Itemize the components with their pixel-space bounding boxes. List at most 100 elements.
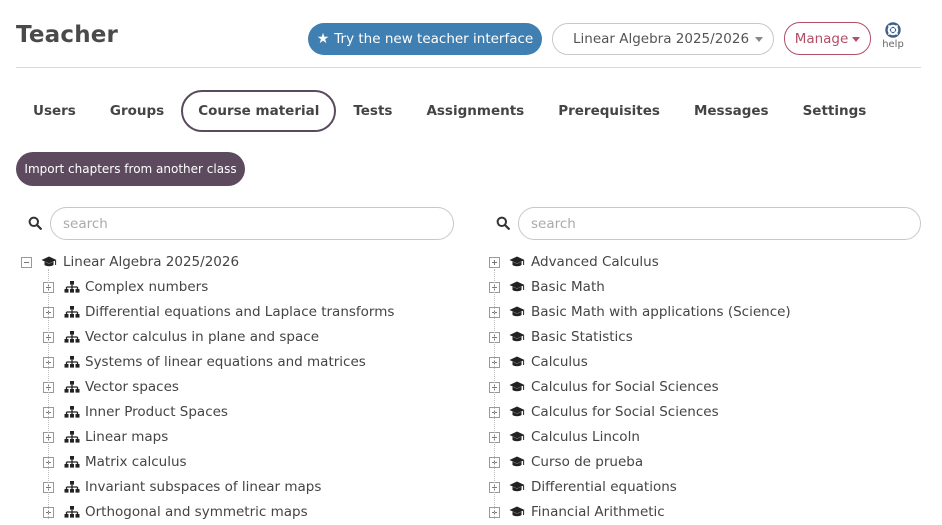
chapter-label[interactable]: Differential equations and Laplace trans… <box>85 304 394 320</box>
course-label[interactable]: Basic Math <box>531 279 605 295</box>
graduation-cap-icon <box>509 480 525 494</box>
page-title: Teacher <box>16 22 119 48</box>
star-icon: ★ <box>316 31 330 47</box>
import-chapters-button[interactable]: Import chapters from another class <box>16 152 245 186</box>
sitemap-icon <box>64 455 80 469</box>
chapter-label[interactable]: Inner Product Spaces <box>85 404 228 420</box>
course-item[interactable]: Calculus for Social Sciences <box>484 375 924 400</box>
manage-label: Manage <box>794 30 849 47</box>
expand-icon[interactable] <box>489 257 500 268</box>
sitemap-icon <box>64 305 80 319</box>
course-item[interactable]: Basic Statistics <box>484 325 924 350</box>
class-chapter-tree: Linear Algebra 2025/2026 Complex numbers D… <box>16 250 456 525</box>
course-item[interactable]: Curso de prueba <box>484 450 924 475</box>
sitemap-icon <box>64 355 80 369</box>
graduation-cap-icon <box>509 330 525 344</box>
sitemap-icon <box>64 330 80 344</box>
course-item[interactable]: Calculus for Social Sciences <box>484 400 924 425</box>
try-new-interface-button[interactable]: ★ Try the new teacher interface <box>308 23 542 55</box>
sitemap-icon <box>64 505 80 519</box>
graduation-cap-icon <box>509 355 525 369</box>
caret-down-icon <box>852 37 861 42</box>
course-item[interactable]: Differential equations <box>484 475 924 500</box>
lifebuoy-icon <box>885 22 901 38</box>
chapter-label[interactable]: Complex numbers <box>85 279 208 295</box>
chapter-item[interactable]: Complex numbers <box>16 275 456 300</box>
graduation-cap-icon <box>41 255 57 269</box>
graduation-cap-icon <box>509 380 525 394</box>
sitemap-icon <box>64 480 80 494</box>
course-label[interactable]: Financial Arithmetic <box>531 504 665 520</box>
chapter-label[interactable]: Invariant subspaces of linear maps <box>85 479 321 495</box>
course-item[interactable]: Calculus <box>484 350 924 375</box>
try-new-interface-label: Try the new teacher interface <box>334 31 534 47</box>
right-search-input[interactable] <box>518 207 921 240</box>
search-icon <box>28 216 42 230</box>
course-label[interactable]: Calculus Lincoln <box>531 429 640 445</box>
graduation-cap-icon <box>509 430 525 444</box>
course-label[interactable]: Calculus for Social Sciences <box>531 379 719 395</box>
sitemap-icon <box>64 430 80 444</box>
chapter-label[interactable]: Matrix calculus <box>85 454 187 470</box>
graduation-cap-icon <box>509 255 525 269</box>
course-item[interactable]: Advanced Calculus <box>484 250 924 275</box>
left-search-input[interactable] <box>50 207 454 240</box>
course-label[interactable]: Calculus for Social Sciences <box>531 404 719 420</box>
sitemap-icon <box>64 280 80 294</box>
tab-settings[interactable]: Settings <box>786 90 884 132</box>
course-item[interactable]: Calculus Lincoln <box>484 425 924 450</box>
chapter-item[interactable]: Inner Product Spaces <box>16 400 456 425</box>
course-label[interactable]: Curso de prueba <box>531 454 643 470</box>
tab-prerequisites[interactable]: Prerequisites <box>541 90 677 132</box>
tab-users[interactable]: Users <box>16 90 93 132</box>
chapter-label[interactable]: Vector calculus in plane and space <box>85 329 319 345</box>
manage-dropdown-button[interactable]: Manage <box>784 22 871 55</box>
chapter-item[interactable]: Differential equations and Laplace trans… <box>16 300 456 325</box>
course-item[interactable]: Basic Math <box>484 275 924 300</box>
chapter-item[interactable]: Vector spaces <box>16 375 456 400</box>
course-item[interactable]: Financial Arithmetic <box>484 500 924 525</box>
course-label[interactable]: Basic Statistics <box>531 329 633 345</box>
tab-messages[interactable]: Messages <box>677 90 786 132</box>
tree-root-course[interactable]: Linear Algebra 2025/2026 <box>16 250 456 275</box>
chapter-label[interactable]: Vector spaces <box>85 379 179 395</box>
tree-root-label[interactable]: Linear Algebra 2025/2026 <box>63 254 239 270</box>
tree-connector-line <box>48 269 49 519</box>
chapter-label[interactable]: Linear maps <box>85 429 168 445</box>
graduation-cap-icon <box>509 505 525 519</box>
sitemap-icon <box>64 405 80 419</box>
course-label[interactable]: Basic Math with applications (Science) <box>531 304 791 320</box>
tab-groups[interactable]: Groups <box>93 90 181 132</box>
course-item[interactable]: Basic Math with applications (Science) <box>484 300 924 325</box>
chevron-down-icon <box>755 37 763 42</box>
import-chapters-label: Import chapters from another class <box>24 162 237 176</box>
sitemap-icon <box>64 380 80 394</box>
chapter-item[interactable]: Invariant subspaces of linear maps <box>16 475 456 500</box>
help-button[interactable]: help <box>880 22 906 50</box>
tab-tests[interactable]: Tests <box>336 90 409 132</box>
course-select-value: Linear Algebra 2025/2026 <box>573 31 750 47</box>
chapter-label[interactable]: Systems of linear equations and matrices <box>85 354 366 370</box>
chapter-item[interactable]: Linear maps <box>16 425 456 450</box>
chapter-item[interactable]: Orthogonal and symmetric maps <box>16 500 456 525</box>
left-search <box>16 207 456 240</box>
chapter-label[interactable]: Orthogonal and symmetric maps <box>85 504 308 520</box>
tab-assignments[interactable]: Assignments <box>409 90 541 132</box>
right-search <box>484 207 922 240</box>
chapter-item[interactable]: Matrix calculus <box>16 450 456 475</box>
chapter-item[interactable]: Systems of linear equations and matrices <box>16 350 456 375</box>
graduation-cap-icon <box>509 405 525 419</box>
main-tabs: Users Groups Course material Tests Assig… <box>16 90 883 132</box>
collapse-icon[interactable] <box>21 257 32 268</box>
graduation-cap-icon <box>509 455 525 469</box>
course-label[interactable]: Calculus <box>531 354 588 370</box>
course-label[interactable]: Differential equations <box>531 479 677 495</box>
course-library-tree: Advanced Calculus Basic Math Basic Math wi… <box>484 250 924 525</box>
tree-connector-line <box>494 269 495 519</box>
tab-course-material[interactable]: Course material <box>181 90 337 132</box>
graduation-cap-icon <box>509 280 525 294</box>
course-label[interactable]: Advanced Calculus <box>531 254 659 270</box>
chapter-item[interactable]: Vector calculus in plane and space <box>16 325 456 350</box>
course-select[interactable]: Linear Algebra 2025/2026 <box>552 23 774 55</box>
search-icon <box>496 216 510 230</box>
